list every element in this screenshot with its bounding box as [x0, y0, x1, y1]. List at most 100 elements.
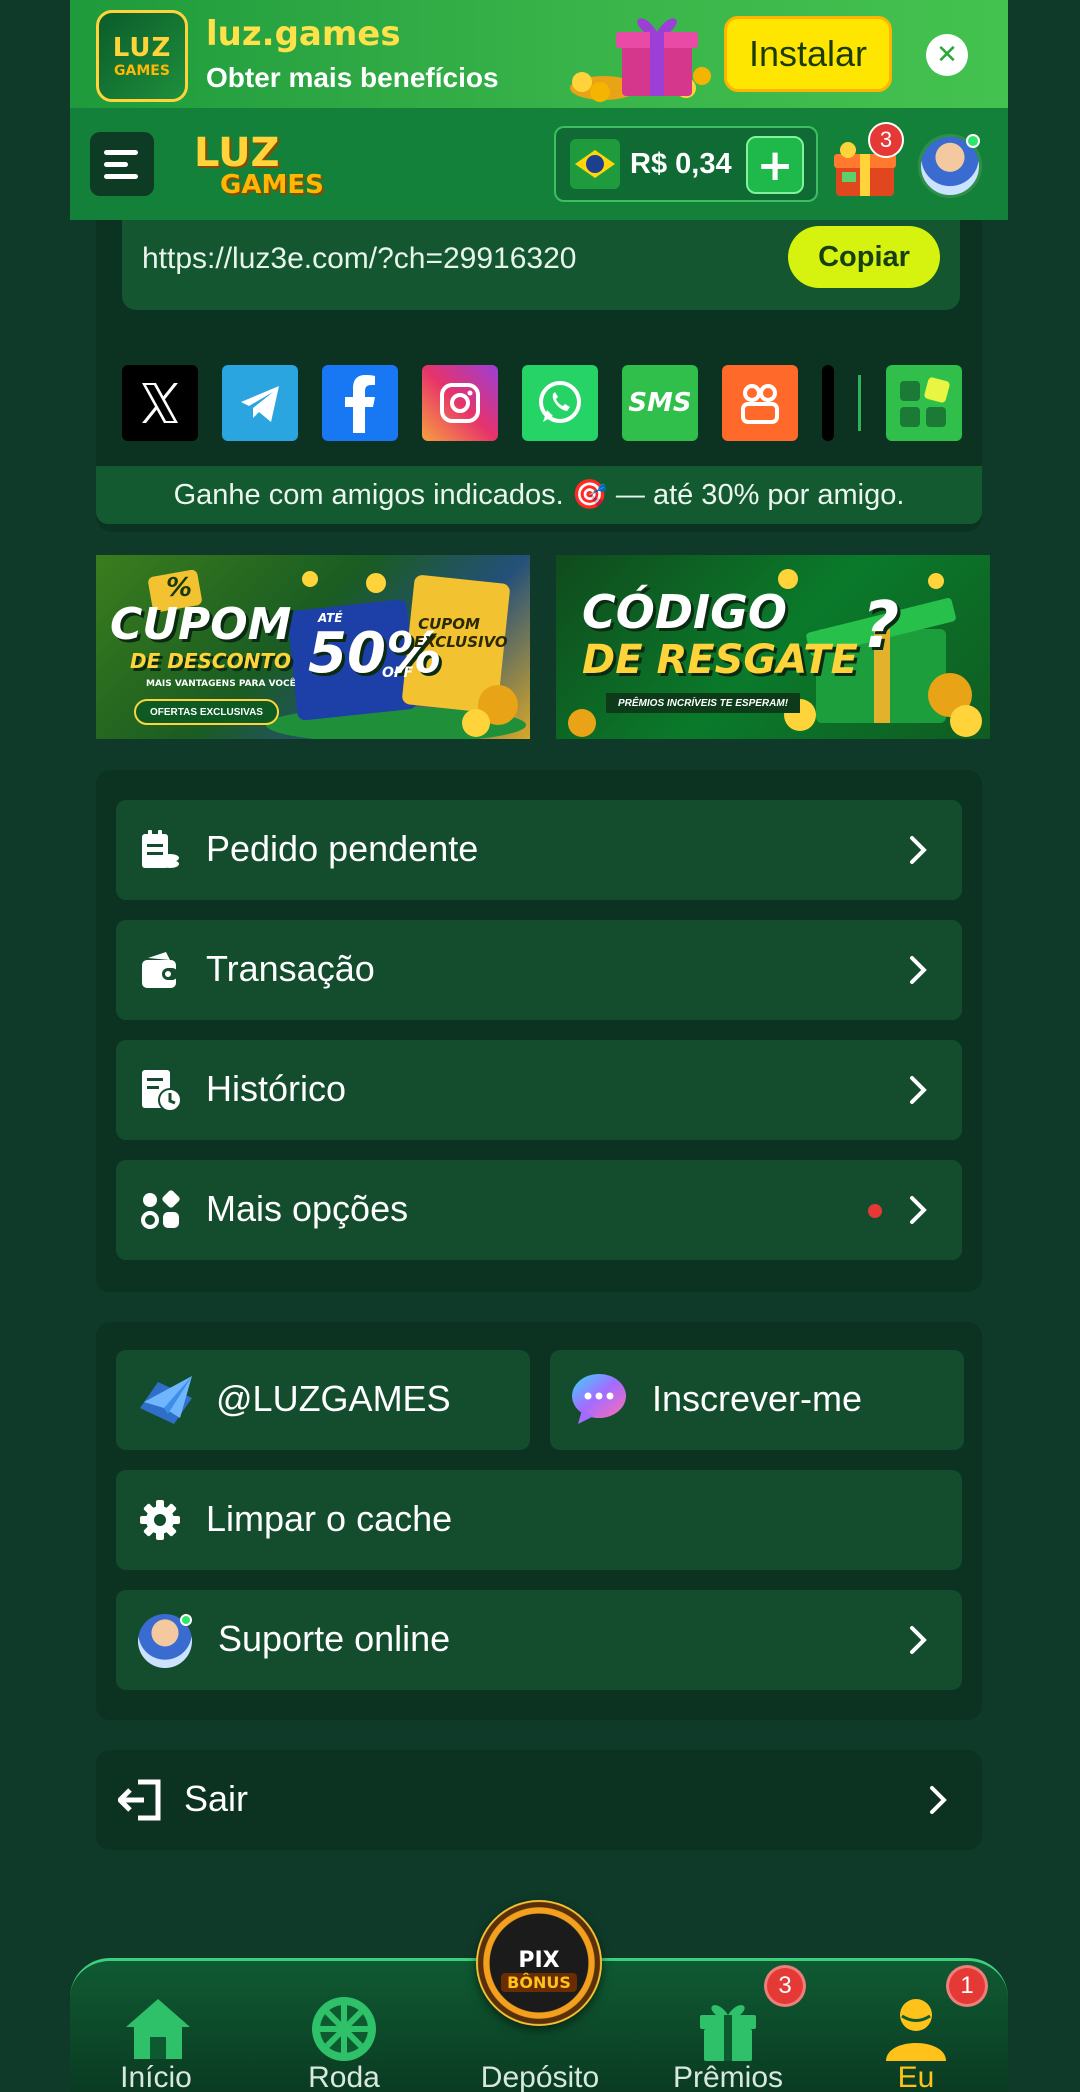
menu-item-history[interactable]: Histórico [116, 1040, 962, 1140]
menu-item-transaction[interactable]: Transação [116, 920, 962, 1020]
social-settings-card: @LUZGAMES Inscrever-me Limpar o cache Su… [96, 1322, 982, 1720]
online-status-dot [966, 134, 980, 148]
invite-link-row: https://luz3e.com/?ch=29916320 Copiar [122, 220, 960, 310]
chevron-right-icon [910, 956, 927, 984]
notification-dot [868, 1204, 882, 1218]
nav-home[interactable]: Início [76, 1961, 236, 2092]
logo-text-top: LUZ [112, 33, 172, 63]
logout-button[interactable]: Sair [96, 1750, 982, 1850]
deposit-pix-text: PIX [518, 1948, 560, 1973]
balance-amount: R$ 0,34 [630, 147, 732, 180]
wheel-icon [312, 1997, 376, 2061]
logo-text-bottom: GAMES [114, 63, 170, 79]
ticket-off: OFF [382, 665, 414, 681]
sms-icon[interactable]: SMS [622, 365, 698, 441]
header-logo[interactable]: LUZ GAMES [194, 126, 344, 206]
add-balance-button[interactable]: + [746, 136, 804, 194]
invite-link[interactable]: https://luz3e.com/?ch=29916320 [142, 242, 576, 276]
nav-label-me: Eu [897, 2061, 935, 2092]
account-menu-card: Pedido pendente Transação Histórico Mais… [96, 770, 982, 1292]
chevron-right-icon [910, 1626, 927, 1654]
kwai-icon[interactable] [722, 365, 798, 441]
chat-bubble-icon [572, 1374, 626, 1424]
coupon-pill: OFERTAS EXCLUSIVAS [134, 699, 279, 725]
me-badge: 1 [946, 1965, 988, 2007]
history-icon [142, 1070, 182, 1112]
more-apps-icon[interactable] [886, 365, 962, 441]
facebook-icon[interactable] [322, 365, 398, 441]
subscribe-label: Inscrever-me [652, 1378, 863, 1419]
copy-button[interactable]: Copiar [788, 226, 940, 288]
nav-label-prizes: Prêmios [672, 2061, 784, 2092]
gift-coins-icon [570, 18, 711, 102]
share-row: SMS [122, 365, 962, 441]
install-banner: LUZ GAMES luz.games Obter mais benefício… [70, 0, 1008, 108]
menu-label-more-options: Mais opções [206, 1188, 409, 1229]
app-logo: LUZ GAMES [96, 10, 188, 102]
install-button[interactable]: Instalar [724, 16, 892, 92]
subscribe-button[interactable]: Inscrever-me [550, 1350, 964, 1450]
pix-bonus-deposit-button[interactable]: PIX BÔNUS [476, 1900, 602, 2026]
chevron-right-icon [910, 836, 927, 864]
invite-card: https://luz3e.com/?ch=29916320 Copiar SM… [96, 220, 982, 532]
redeem-code-banner[interactable]: ? CÓDIGO DE RESGATE PRÊMIOS INCRÍVEIS TE… [556, 555, 990, 739]
nav-label-deposit: Depósito [480, 2061, 600, 2092]
gear-icon [140, 1500, 180, 1540]
balance-box: R$ 0,34 + [554, 126, 818, 202]
menu-button[interactable] [90, 132, 154, 196]
share-divider [858, 375, 861, 431]
x-icon[interactable] [122, 365, 198, 441]
app-container: LUZ GAMES luz.games Obter mais benefício… [70, 0, 1008, 2092]
nav-label-home: Início [120, 2061, 192, 2092]
nav-wheel[interactable]: Roda [264, 1961, 424, 2092]
logout-icon [118, 1779, 161, 1821]
support-label: Suporte online [218, 1618, 451, 1659]
clear-cache-label: Limpar o cache [206, 1498, 453, 1539]
online-support-button[interactable]: Suporte online [116, 1590, 962, 1690]
deposit-bonus-text: BÔNUS [501, 1973, 577, 1992]
chevron-right-icon [910, 1076, 927, 1104]
prizes-badge: 3 [764, 1965, 806, 2007]
menu-label-pending-order: Pedido pendente [206, 828, 479, 869]
coupon-small-text: MAIS VANTAGENS PARA VOCÊ [146, 679, 296, 689]
ticket-side-text: CUPOM EXCLUSIVO [414, 615, 508, 651]
redeem-ribbon: PRÊMIOS INCRÍVEIS TE ESPERAM! [606, 693, 801, 713]
home-icon [126, 1999, 190, 2059]
clear-cache-button[interactable]: Limpar o cache [116, 1470, 962, 1570]
menu-item-pending-order[interactable]: Pedido pendente [116, 800, 962, 900]
user-icon [886, 1999, 946, 2061]
banner-site-name: luz.games [206, 14, 401, 54]
telegram-handle: @LUZGAMES [216, 1378, 451, 1419]
pending-order-icon [142, 830, 179, 868]
telegram-3d-icon [140, 1376, 192, 1424]
instagram-icon[interactable] [422, 365, 498, 441]
banner-subtitle: Obter mais benefícios [206, 62, 499, 93]
brazil-flag-icon [570, 139, 620, 189]
nav-label-wheel: Roda [308, 2061, 380, 2092]
question-mark: ? [862, 589, 900, 663]
menu-item-more-options[interactable]: Mais opções [116, 1160, 962, 1260]
gift-badge: 3 [868, 122, 904, 158]
coupon-title: CUPOM [110, 599, 292, 650]
tiktok-icon[interactable] [822, 365, 834, 441]
telegram-icon[interactable] [222, 365, 298, 441]
coupon-subtitle: DE DESCONTO [130, 649, 291, 673]
referral-promo-text: Ganhe com amigos indicados. 🎯 — até 30% … [96, 466, 982, 524]
top-header: LUZ GAMES R$ 0,34 + 3 [70, 108, 1008, 220]
whatsapp-icon[interactable] [522, 365, 598, 441]
telegram-channel-button[interactable]: @LUZGAMES [116, 1350, 530, 1450]
menu-label-history: Histórico [206, 1068, 347, 1109]
redeem-title: CÓDIGO [582, 585, 788, 639]
chevron-right-icon [910, 1196, 927, 1224]
gift-icon [700, 2005, 756, 2061]
page: LUZ GAMES luz.games Obter mais benefício… [0, 0, 1080, 2092]
chevron-right-icon [930, 1786, 947, 1814]
menu-label-transaction: Transação [206, 948, 375, 989]
more-options-icon [141, 1190, 180, 1229]
close-icon[interactable]: ✕ [926, 34, 968, 76]
header-logo-bottom: GAMES [220, 170, 324, 200]
support-online-dot [180, 1614, 192, 1626]
redeem-subtitle: DE RESGATE [582, 637, 858, 683]
logout-label: Sair [184, 1778, 249, 1819]
coupon-banner[interactable]: % CUPOM DE DESCONTO MAIS VANTAGENS PARA … [96, 555, 530, 739]
